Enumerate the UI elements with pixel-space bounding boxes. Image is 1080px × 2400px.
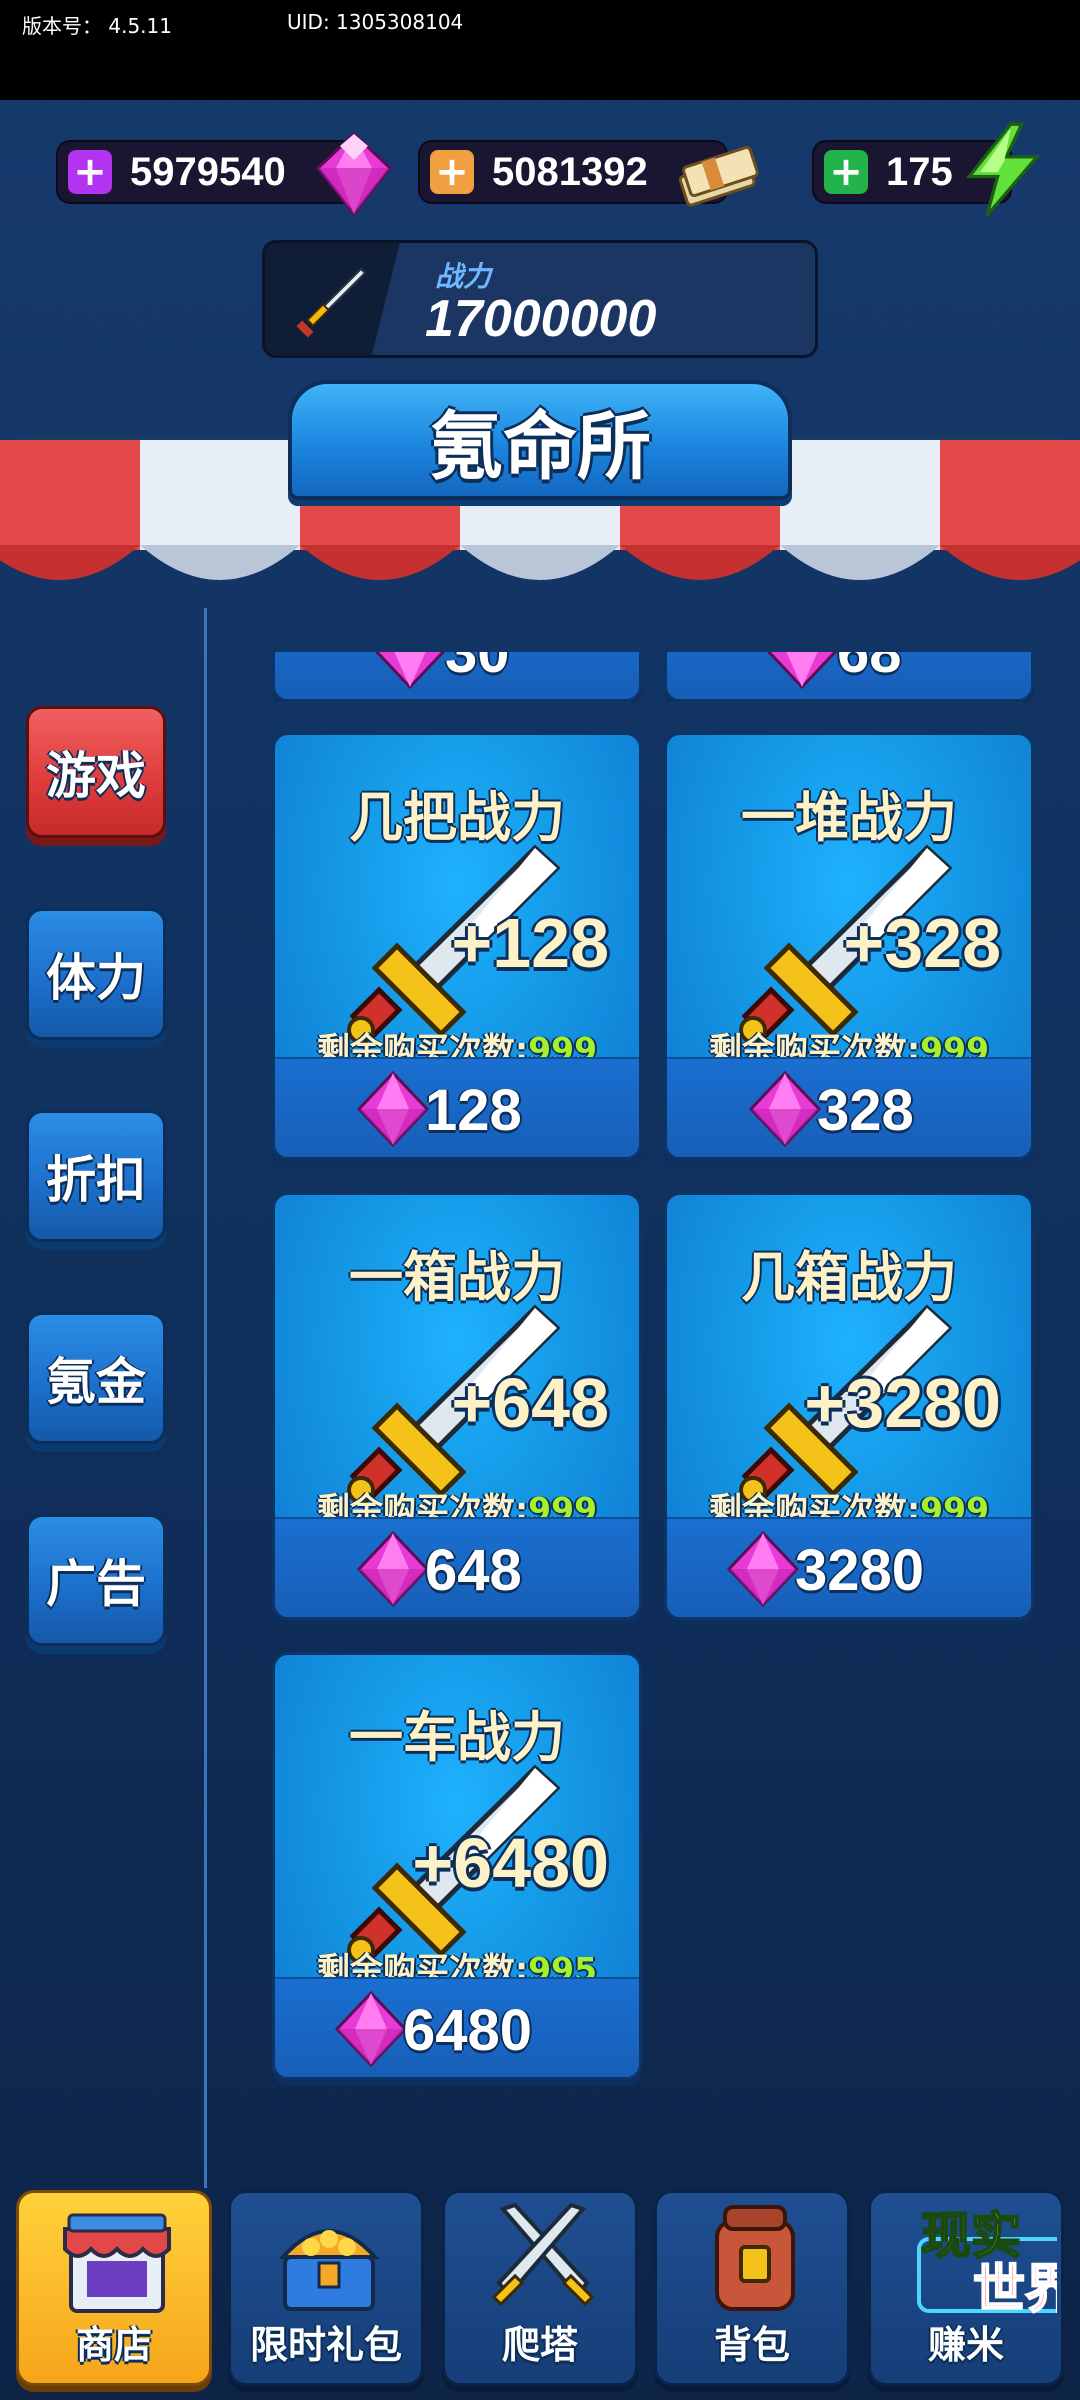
sidebar-tab-stamina[interactable]: 体力	[26, 908, 166, 1040]
status-bar: 版本号： 4.5.11 UID: 1305308104	[0, 0, 1080, 100]
money-icon	[678, 145, 759, 207]
diamond-icon	[356, 1530, 430, 1608]
sidebar-divider	[204, 608, 207, 2188]
backpack-icon	[715, 2205, 795, 2311]
shop-item-card[interactable]: 一箱战力 +648 剩余购买次数:999 648	[272, 1192, 642, 1620]
shop-icon	[63, 2213, 171, 2313]
nav-label: 限时礼包	[249, 2323, 402, 2367]
card-price: 68	[837, 652, 902, 685]
partial-card-row: 30 68	[0, 652, 1080, 702]
sidebar-tab-label: 游戏	[46, 747, 146, 805]
cash-counter[interactable]: + 5081392	[418, 140, 759, 207]
crossed-swords-icon	[491, 2202, 595, 2307]
price-button[interactable]: 328	[667, 1057, 1031, 1157]
nav-label: 背包	[713, 2323, 790, 2367]
diamond-icon	[356, 1070, 430, 1148]
diamond-icon	[766, 652, 838, 690]
shop-item-card[interactable]: 一堆战力 +328 剩余购买次数:999 328	[664, 732, 1034, 1160]
gem-value: 5979540	[130, 149, 286, 194]
nav-earn[interactable]: 现实 世界 赚米	[868, 2190, 1064, 2386]
item-bonus: +6480	[412, 1824, 609, 1902]
price-button[interactable]: 6480	[275, 1977, 639, 2077]
energy-counter[interactable]: + 175	[812, 122, 1041, 217]
add-gems-button[interactable]: +	[68, 150, 112, 194]
add-cash-button[interactable]: +	[430, 150, 474, 194]
nav-label: 爬塔	[501, 2323, 578, 2367]
sidebar-tab-label: 体力	[46, 949, 146, 1007]
diamond-icon	[334, 1990, 408, 2068]
diamond-icon	[726, 1530, 800, 1608]
gem-counter[interactable]: + 5979540	[56, 131, 393, 217]
sidebar-tab-label: 折扣	[46, 1151, 146, 1209]
nav-shop[interactable]: 商店	[16, 2190, 212, 2386]
item-bonus: +128	[451, 904, 609, 982]
treasure-chest-icon	[278, 2229, 380, 2311]
nav-tower[interactable]: 爬塔	[442, 2190, 638, 2386]
shop-title: 氪命所	[429, 403, 651, 490]
shop-item-card[interactable]: 一车战力 +6480 剩余购买次数:995 6480	[272, 1652, 642, 2080]
price-button[interactable]: 128	[275, 1057, 639, 1157]
lightning-icon	[965, 122, 1041, 217]
diamond-icon	[748, 1070, 822, 1148]
diamond-icon	[315, 131, 393, 217]
item-price: 3280	[795, 1538, 925, 1603]
sidebar-tab-discount[interactable]: 折扣	[26, 1110, 166, 1242]
icon-text-real: 现实	[921, 2207, 1021, 2265]
item-price: 648	[425, 1538, 522, 1603]
cash-value: 5081392	[492, 149, 648, 194]
item-bonus: +3280	[804, 1364, 1001, 1442]
bottom-nav: 商店 限时礼包 爬塔 背包 现实 世界 赚米	[0, 2180, 1080, 2400]
item-price: 328	[817, 1078, 914, 1143]
icon-text-world: 世界	[973, 2260, 1057, 2319]
partial-card[interactable]: 68	[664, 652, 1034, 702]
shop-item-card[interactable]: 几把战力 +128 剩余购买次数:999 128	[272, 732, 642, 1160]
sidebar-tab-label: 广告	[46, 1555, 146, 1613]
nav-gift-pack[interactable]: 限时礼包	[228, 2190, 424, 2386]
diamond-icon	[374, 652, 446, 690]
partial-card[interactable]: 30	[272, 652, 642, 702]
version-text: 版本号： 4.5.11	[22, 14, 172, 38]
nav-label: 赚米	[927, 2323, 1004, 2367]
nav-label: 商店	[75, 2323, 152, 2367]
sidebar-tab-label: 氪金	[46, 1353, 146, 1411]
energy-value: 175	[886, 149, 953, 194]
sidebar-tab-game[interactable]: 游戏	[26, 706, 166, 838]
item-price: 6480	[403, 1998, 533, 2063]
real-world-icon: 现实 世界	[917, 2206, 1057, 2319]
price-button[interactable]: 3280	[667, 1517, 1031, 1617]
sword-icon	[296, 267, 367, 338]
item-price: 128	[425, 1078, 522, 1143]
power-value: 17000000	[425, 290, 657, 348]
shop-item-card[interactable]: 几箱战力 +3280 剩余购买次数:999 3280	[664, 1192, 1034, 1620]
sidebar-tab-ads[interactable]: 广告	[26, 1514, 166, 1646]
card-price: 30	[445, 652, 510, 685]
uid-text: UID: 1305308104	[287, 10, 464, 34]
item-bonus: +648	[451, 1364, 609, 1442]
price-button[interactable]: 648	[275, 1517, 639, 1617]
item-bonus: +328	[843, 904, 1001, 982]
sidebar-tab-topup[interactable]: 氪金	[26, 1312, 166, 1444]
power-panel: 战力 17000000	[262, 240, 818, 358]
add-energy-button[interactable]: +	[824, 150, 868, 194]
shop-title-banner: 氪命所	[288, 380, 792, 500]
nav-backpack[interactable]: 背包	[654, 2190, 850, 2386]
